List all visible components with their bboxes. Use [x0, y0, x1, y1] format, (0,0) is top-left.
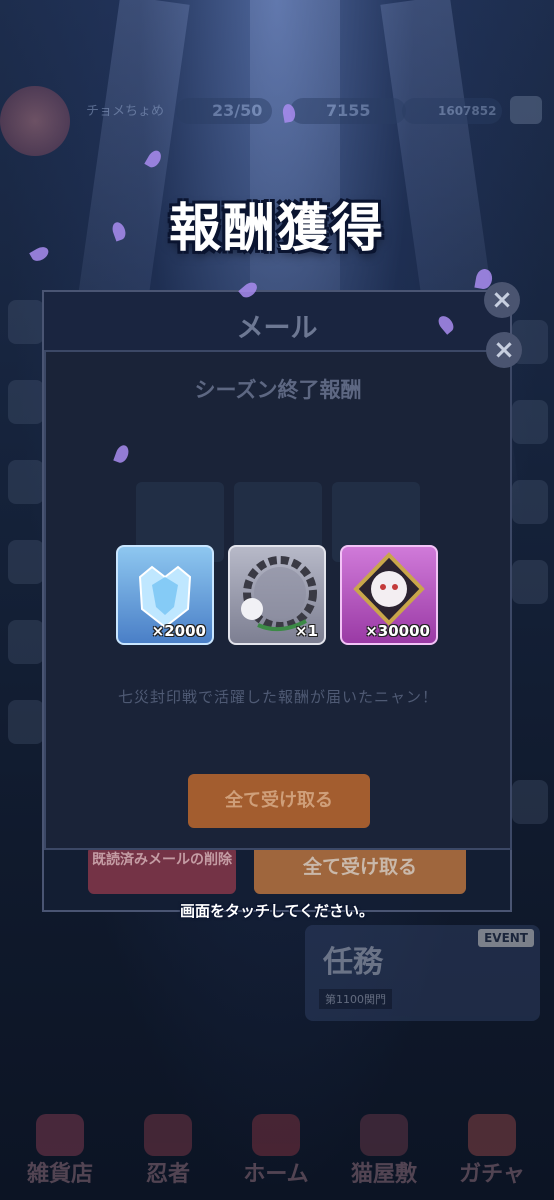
menu-button[interactable] — [510, 96, 542, 124]
nav-item-home[interactable]: ホーム — [226, 1100, 326, 1200]
cat-house-icon — [360, 1114, 408, 1156]
reward-quantity: ×2000 — [151, 622, 206, 640]
ninja-icon — [144, 1114, 192, 1156]
nav-item-gacha[interactable]: ガチャ — [442, 1100, 542, 1200]
reward-dialog-title: シーズン終了報酬 — [194, 378, 362, 402]
receive-all-button[interactable]: 全て受け取る — [188, 774, 370, 828]
reward-item-crystal[interactable]: ×2000 — [116, 545, 214, 645]
quest-panel[interactable]: 任務 第1100関門 EVENT — [305, 925, 540, 1021]
shop-icon — [36, 1114, 84, 1156]
home-icon — [252, 1114, 300, 1156]
bottom-nav: 雑貨店 忍者 ホーム 猫屋敷 ガチャ — [0, 1100, 554, 1200]
close-icon: × — [493, 335, 515, 365]
nav-item-ninja[interactable]: 忍者 — [118, 1100, 218, 1200]
nav-item-cat-house[interactable]: 猫屋敷 — [334, 1100, 434, 1200]
gem-counter: 7155 — [290, 98, 406, 124]
reward-message: 七災封印戦で活躍した報酬が届いたニャン！ — [117, 688, 438, 706]
nav-item-shop[interactable]: 雑貨店 — [10, 1100, 110, 1200]
coin-counter: 1607852 — [402, 98, 502, 124]
close-icon: × — [491, 285, 513, 315]
event-badge: EVENT — [478, 929, 534, 947]
nav-label: 猫屋敷 — [350, 1162, 417, 1187]
quest-title: 任務 — [323, 945, 383, 980]
avatar[interactable] — [0, 86, 70, 156]
quest-stage: 第1100関門 — [319, 989, 392, 1009]
nav-label: 雑貨店 — [26, 1162, 93, 1187]
player-name: チョメちょめ — [86, 104, 165, 119]
reward-quantity: ×1 — [294, 622, 318, 640]
reward-obtained-headline: 報酬獲得 — [168, 199, 385, 259]
stamina-counter: 23/50 — [176, 98, 272, 124]
nav-label: 忍者 — [145, 1162, 190, 1187]
gacha-icon — [468, 1114, 516, 1156]
nav-label: ホーム — [243, 1162, 309, 1187]
nav-label: ガチャ — [459, 1162, 525, 1187]
reward-item-frame[interactable]: ×1 — [228, 545, 326, 645]
delete-read-mail-button[interactable]: 既読済みメールの削除 — [88, 846, 236, 894]
reward-item-medal[interactable]: ×30000 — [340, 545, 438, 645]
reward-quantity: ×30000 — [365, 622, 430, 640]
close-mail-button[interactable]: × — [484, 282, 520, 318]
touch-screen-hint[interactable]: 画面をタッチしてください。 — [0, 900, 554, 921]
close-dialog-button[interactable]: × — [486, 332, 522, 368]
